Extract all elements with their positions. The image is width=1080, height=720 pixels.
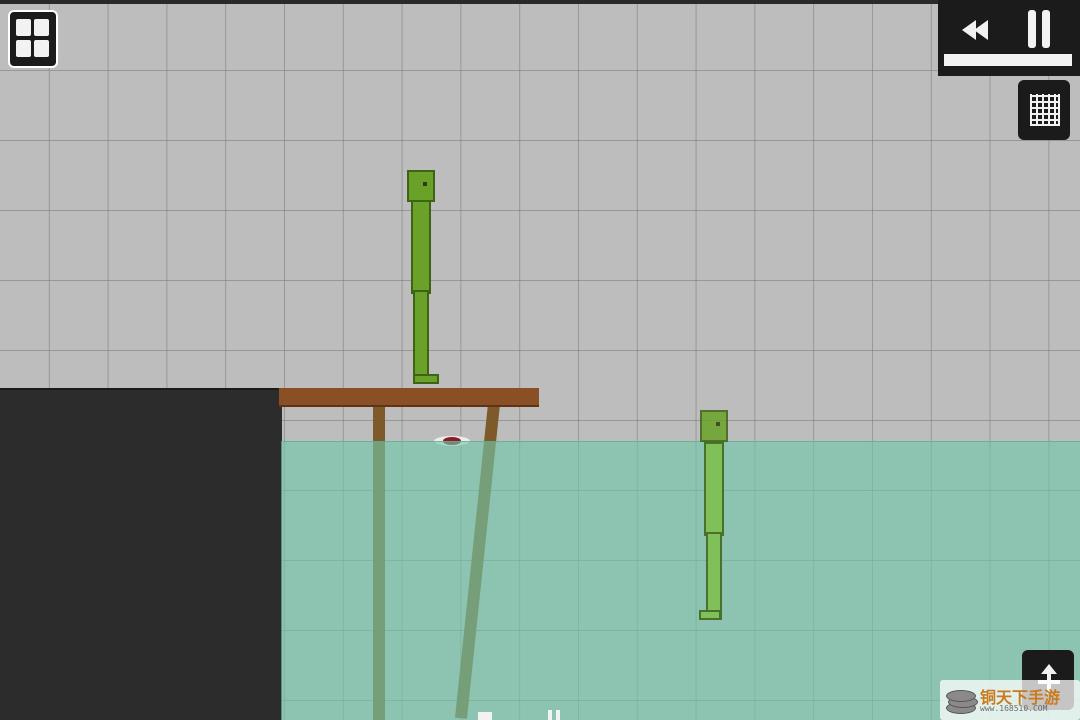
pause-icon	[1028, 10, 1050, 48]
coin-stack-icon	[946, 690, 976, 702]
ragdoll-head	[700, 410, 728, 442]
time-scale-slider[interactable]	[944, 54, 1072, 66]
ragdoll-legs	[706, 532, 722, 620]
spawn-menu-button[interactable]	[8, 10, 58, 68]
ragdoll-head	[407, 170, 435, 202]
pause-button[interactable]	[1024, 8, 1054, 50]
site-watermark: 铜天下手游 www.168510.COM	[940, 680, 1080, 720]
melon-ragdoll-submerged[interactable]	[698, 410, 732, 620]
time-controls-panel	[938, 0, 1080, 76]
top-edge	[0, 0, 1080, 4]
ragdoll-legs	[413, 290, 429, 384]
sandbox-scene[interactable]	[0, 0, 1080, 720]
ragdoll-torso	[704, 442, 724, 536]
ragdoll-foot	[699, 610, 721, 620]
ragdoll-torso	[411, 200, 431, 294]
melon-ragdoll-standing[interactable]	[405, 170, 439, 386]
ragdoll-eye	[716, 422, 720, 426]
grid-toggle-button[interactable]	[1018, 80, 1070, 140]
wooden-table-top[interactable]	[279, 388, 539, 407]
bottom-toolbar-hint[interactable]	[470, 708, 580, 720]
watermark-url: www.168510.COM	[980, 704, 1048, 713]
rewind-button[interactable]	[958, 12, 998, 48]
ground-block[interactable]	[0, 388, 282, 720]
grid-toggle-icon	[1030, 94, 1060, 126]
water-body[interactable]	[281, 441, 1080, 720]
rewind-icon	[962, 20, 988, 40]
ragdoll-foot	[413, 374, 439, 384]
ragdoll-eye	[423, 182, 427, 186]
